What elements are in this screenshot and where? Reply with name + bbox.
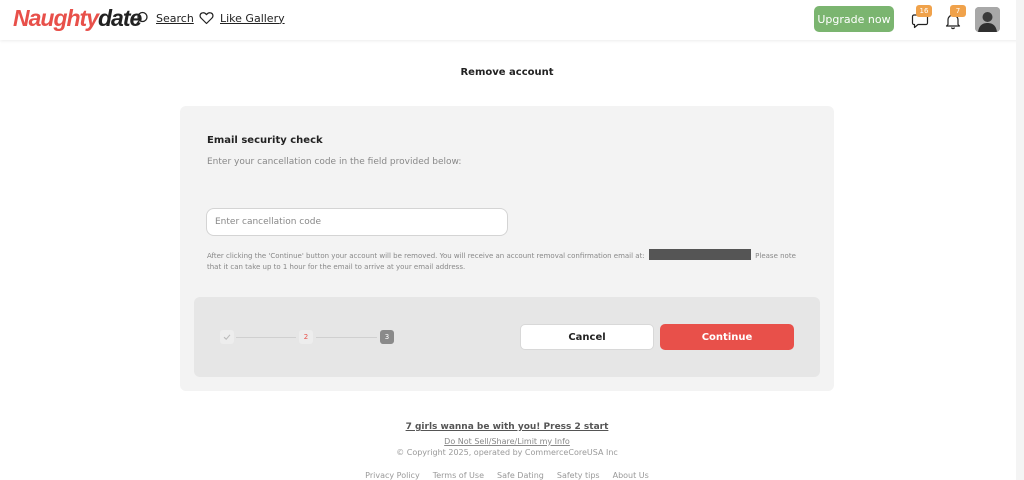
user-photo-icon <box>975 7 1000 32</box>
page-title: Remove account <box>460 67 554 78</box>
card-heading: Email security check <box>207 135 323 146</box>
continue-button[interactable]: Continue <box>660 324 794 350</box>
redacted-email <box>648 249 751 260</box>
cancellation-code-input[interactable] <box>206 208 508 236</box>
step-3-indicator: 3 <box>380 330 394 344</box>
messages-count-badge: 16 <box>916 5 932 17</box>
logo-part-naughty: Naughty <box>13 5 99 31</box>
notifications-count-badge: 7 <box>950 5 966 17</box>
action-panel: 2 3 Cancel Continue <box>194 297 820 377</box>
removal-notice: After clicking the 'Continue' button you… <box>207 249 807 272</box>
card-subheading: Enter your cancellation code in the fiel… <box>207 157 462 167</box>
footer-link-terms-of-use[interactable]: Terms of Use <box>433 471 484 480</box>
footer-link-safety-tips[interactable]: Safety tips <box>557 471 600 480</box>
notice-text-start: After clicking the 'Continue' button you… <box>207 252 645 260</box>
search-icon <box>136 11 148 25</box>
footer-link-about-us[interactable]: About Us <box>613 471 649 480</box>
promo-link[interactable]: 7 girls wanna be with you! Press 2 start <box>0 422 1014 432</box>
do-not-sell-link[interactable]: Do Not Sell/Share/Limit my Info <box>0 437 1014 446</box>
like-gallery-label: Like Gallery <box>220 11 285 25</box>
like-gallery-link[interactable]: Like Gallery <box>199 11 285 25</box>
copyright-text: © Copyright 2025, operated by CommerceCo… <box>396 448 618 457</box>
footer-link-privacy-policy[interactable]: Privacy Policy <box>365 471 420 480</box>
footer-links: Privacy Policy Terms of Use Safe Dating … <box>0 471 1014 480</box>
notifications-button[interactable]: 7 <box>945 5 966 30</box>
check-icon <box>223 334 231 340</box>
search-label: Search <box>156 11 194 25</box>
logo-part-date: date <box>98 5 142 31</box>
user-avatar[interactable] <box>975 7 1000 32</box>
step-connector <box>316 337 377 338</box>
cancel-button[interactable]: Cancel <box>520 324 654 350</box>
step-2-indicator: 2 <box>299 330 313 344</box>
messages-button[interactable]: 16 <box>911 5 932 29</box>
step-1-indicator <box>220 330 234 344</box>
heart-icon <box>199 12 214 25</box>
footer-link-safe-dating[interactable]: Safe Dating <box>497 471 544 480</box>
search-link[interactable]: Search <box>136 11 194 25</box>
upgrade-button[interactable]: Upgrade now <box>814 6 894 32</box>
site-logo[interactable]: Naughtydate <box>13 5 142 31</box>
page-scrollbar[interactable] <box>1016 0 1024 480</box>
top-header: Naughtydate Search Like Gallery Upgrade … <box>0 0 1024 40</box>
step-connector <box>236 337 296 338</box>
remove-account-card: Email security check Enter your cancella… <box>180 106 834 391</box>
